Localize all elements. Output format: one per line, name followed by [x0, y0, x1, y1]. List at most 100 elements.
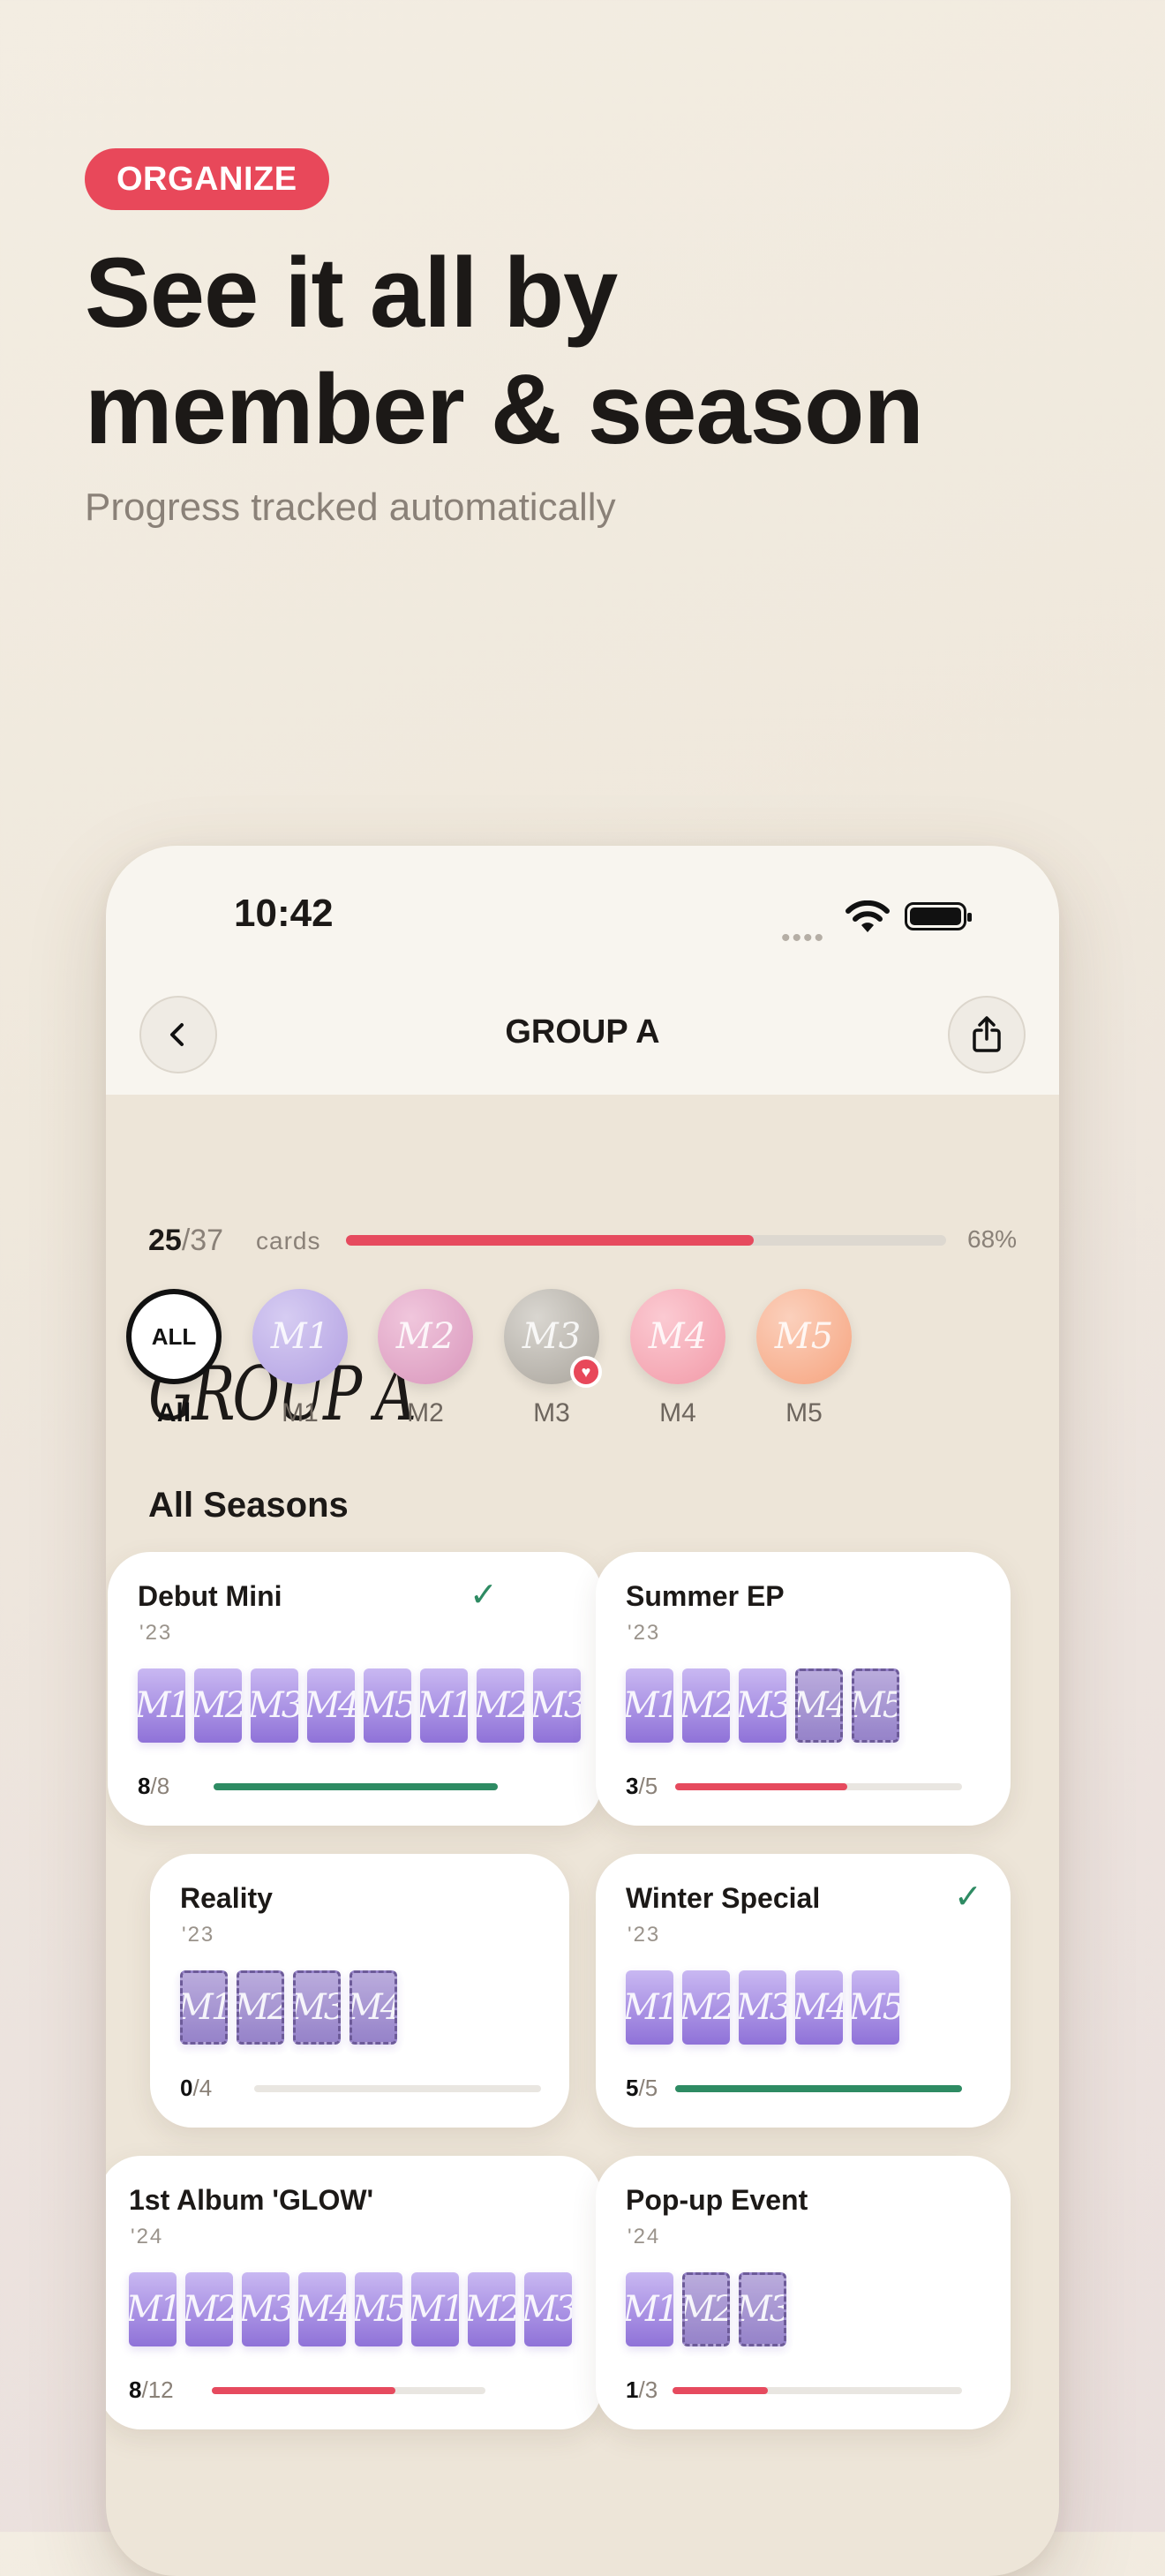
complete-check-icon: ✓ [470, 1577, 498, 1614]
photocard-slot-collected[interactable]: M1 [138, 1668, 185, 1743]
photocard-slot-collected[interactable]: M2 [477, 1668, 524, 1743]
photocard-slot-collected[interactable]: M2 [682, 1970, 730, 2045]
member-name: M3 [533, 1398, 570, 1427]
season-count: 5/5 [626, 2075, 658, 2102]
photocard-slot-missing[interactable]: M2 [237, 1970, 284, 2045]
member-avatar: M5 [756, 1289, 852, 1384]
season-total: /5 [638, 1773, 658, 1799]
battery-icon [905, 902, 972, 930]
season-card[interactable]: Pop-up Event '24 M1M2M3 1/3 [596, 2156, 1011, 2429]
season-card[interactable]: 1st Album 'GLOW''24M1M2M3M4M5M1M2M38/12 [106, 2156, 602, 2429]
complete-check-icon: ✓ [954, 1879, 982, 1916]
photocard-slot-collected[interactable]: M3 [524, 2272, 572, 2346]
season-year: '23 [628, 1621, 661, 1645]
season-count: 1/3 [626, 2376, 658, 2404]
photocard-slot-collected[interactable]: M3 [533, 1668, 581, 1743]
hero-subtitle: Progress tracked automatically [85, 486, 616, 529]
season-year: '23 [628, 1923, 661, 1947]
card-slots: M1M2M3M4 [180, 1970, 397, 2045]
photocard-slot-collected[interactable]: M2 [185, 2272, 233, 2346]
season-count: 8/12 [129, 2376, 174, 2404]
photocard-slot-missing[interactable]: M3 [293, 1970, 341, 2045]
photocard-slot-missing[interactable]: M4 [350, 1970, 397, 2045]
season-year: '24 [131, 2225, 164, 2248]
photocard-slot-collected[interactable]: M5 [852, 1970, 899, 2045]
season-card[interactable]: Reality '23 M1M2M3M4 0/4 [150, 1854, 569, 2128]
member-filter-m4[interactable]: M4 M4 [629, 1289, 726, 1428]
photocard-slot-collected[interactable]: M2 [682, 1668, 730, 1743]
card-slots: M1M2M3 [626, 2272, 786, 2346]
photocard-slot-collected[interactable]: M1 [626, 2272, 673, 2346]
season-progress-fill [675, 1783, 847, 1790]
season-progress-fill [212, 2387, 395, 2394]
status-time: 10:42 [234, 892, 334, 935]
photocard-slot-collected[interactable]: M1 [411, 2272, 459, 2346]
season-card[interactable]: Summer EP '23 M1M2M3M4M5 3/5 [596, 1552, 1011, 1826]
photocard-slot-missing[interactable]: M3 [739, 2272, 786, 2346]
photocard-slot-collected[interactable]: M3 [242, 2272, 289, 2346]
season-title: Winter Special [626, 1882, 821, 1914]
collected-count: 25 [148, 1224, 182, 1257]
photocard-slot-collected[interactable]: M1 [129, 2272, 177, 2346]
season-total: /5 [638, 2075, 658, 2101]
category-badge: ORGANIZE [85, 148, 329, 210]
member-name: M1 [282, 1398, 319, 1427]
member-filter-m3[interactable]: M3 M3 ♥ [503, 1289, 602, 1428]
photocard-slot-collected[interactable]: M3 [251, 1668, 298, 1743]
photocard-slot-collected[interactable]: M5 [355, 2272, 402, 2346]
hero-title: See it all by member & season [85, 235, 1100, 468]
season-collected: 3 [626, 1773, 639, 1799]
photocard-slot-collected[interactable]: M4 [298, 2272, 346, 2346]
member-filter-m2[interactable]: M2 M2 [377, 1289, 474, 1428]
photocard-slot-collected[interactable]: M1 [626, 1668, 673, 1743]
member-name: All [156, 1398, 192, 1427]
photocard-slot-missing[interactable]: M1 [180, 1970, 228, 2045]
season-card[interactable]: Debut Mini'23✓M1M2M3M4M5M1M2M38/8 [108, 1552, 602, 1826]
season-year: '23 [182, 1923, 215, 1947]
member-avatar: M2 [378, 1289, 473, 1384]
photocard-slot-missing[interactable]: M5 [852, 1668, 899, 1743]
photocard-slot-collected[interactable]: M4 [795, 1970, 843, 2045]
season-total: /3 [638, 2376, 658, 2403]
card-slots: M1M2M3M4M5 [626, 1668, 899, 1743]
season-progress-bar [214, 1783, 498, 1790]
member-filter-all[interactable]: ALL All [125, 1289, 222, 1428]
season-collected: 1 [626, 2376, 639, 2403]
share-button[interactable] [948, 996, 1026, 1073]
signal-dots-icon: •••• [781, 923, 826, 953]
photocard-slot-collected[interactable]: M2 [468, 2272, 515, 2346]
card-slots: M1M2M3M4M5 [626, 1970, 899, 2045]
photocard-slot-missing[interactable]: M4 [795, 1668, 843, 1743]
season-card[interactable]: Winter Special '23 ✓ M1M2M3M4M5 5/5 [596, 1854, 1011, 2128]
season-title: Pop-up Event [626, 2184, 808, 2216]
photocard-slot-collected[interactable]: M5 [364, 1668, 411, 1743]
season-collected: 8 [129, 2376, 142, 2403]
card-slots: M1M2M3M4M5M1M2M3 [138, 1668, 581, 1743]
photocard-slot-collected[interactable]: M2 [194, 1668, 242, 1743]
nav-title: GROUP A [505, 1013, 660, 1051]
member-filter-m1[interactable]: M1 M1 [252, 1289, 349, 1428]
photocard-slot-collected[interactable]: M1 [626, 1970, 673, 2045]
season-progress-fill [214, 1783, 498, 1790]
season-total: /8 [150, 1773, 170, 1799]
member-filter-m5[interactable]: M5 M5 [755, 1289, 853, 1428]
season-collected: 0 [180, 2075, 193, 2101]
section-title: All Seasons [148, 1486, 349, 1525]
photocard-slot-missing[interactable]: M2 [682, 2272, 730, 2346]
season-progress-bar [212, 2387, 485, 2394]
photocard-slot-collected[interactable]: M3 [739, 1970, 786, 2045]
season-title: Reality [180, 1882, 273, 1914]
season-progress-bar [254, 2085, 541, 2092]
season-count: 3/5 [626, 1773, 658, 1800]
photocard-slot-collected[interactable]: M3 [739, 1668, 786, 1743]
photocard-slot-collected[interactable]: M4 [307, 1668, 355, 1743]
favorite-heart-icon: ♥ [570, 1356, 602, 1388]
group-progress-bar [346, 1235, 946, 1246]
member-avatar: M4 [630, 1289, 725, 1384]
wifi-icon [846, 900, 890, 932]
season-year: '23 [139, 1621, 173, 1645]
hero-title-line-2: member & season [85, 354, 924, 464]
season-progress-bar [673, 2387, 962, 2394]
hero-title-line-1: See it all by [85, 237, 618, 348]
photocard-slot-collected[interactable]: M1 [420, 1668, 468, 1743]
